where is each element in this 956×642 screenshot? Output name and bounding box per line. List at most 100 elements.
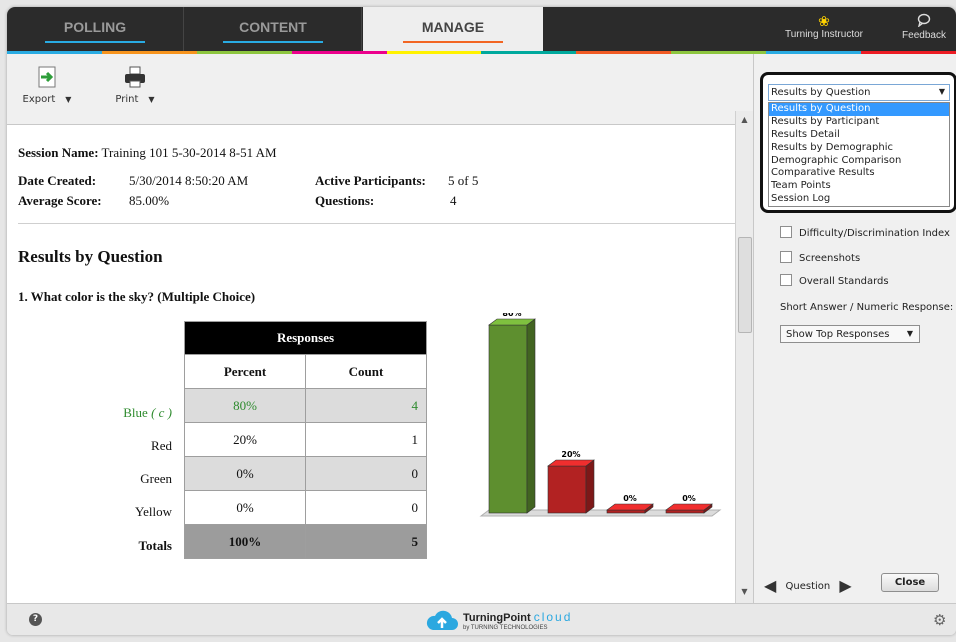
short-answer-select[interactable]: Show Top Responses ▼ — [780, 325, 920, 343]
session-name-value: Training 101 5-30-2014 8-51 AM — [101, 145, 277, 160]
tab-manage[interactable]: MANAGE — [363, 7, 543, 51]
bar-data-label: 0% — [682, 494, 696, 503]
chart-bar-green — [606, 503, 654, 514]
percent-cell: 0% — [184, 456, 306, 491]
tab-content-label: CONTENT — [239, 19, 307, 35]
export-label: Export — [22, 94, 56, 105]
brand-cloud: cloud — [533, 610, 573, 624]
report-type-select[interactable]: Results by Question ▼ — [768, 84, 950, 101]
bar-data-label: 80% — [502, 313, 521, 318]
turningpoint-cloud-logo: TurningPoint cloud by TURNING TECHNOLOGI… — [425, 608, 570, 635]
speech-bubble-icon — [892, 13, 956, 30]
brand-main: TurningPoint — [463, 612, 531, 624]
checkbox-box[interactable] — [780, 251, 792, 263]
turning-instructor-label: Turning Instructor — [785, 29, 863, 40]
report-type-selected: Results by Question — [771, 87, 871, 98]
session-name-row: Session Name: Training 101 5-30-2014 8-5… — [18, 145, 277, 161]
active-participants-label: Active Participants: — [315, 173, 426, 188]
option-comparative-results[interactable]: Comparative Results — [769, 167, 949, 180]
answer-label: Blue — [123, 405, 148, 420]
app-window: POLLING CONTENT MANAGE ❀ Turning Instruc… — [7, 7, 956, 635]
scroll-down-icon[interactable]: ▼ — [736, 587, 753, 601]
checkbox-difficulty-index[interactable]: Difficulty/Discrimination Index — [780, 226, 950, 239]
tab-underline — [403, 41, 503, 43]
option-results-by-question[interactable]: Results by Question — [769, 103, 949, 116]
previous-question-icon[interactable]: ◀ — [764, 576, 776, 595]
average-score-value: 85.00% — [129, 193, 170, 208]
checkbox-box[interactable] — [780, 274, 792, 286]
checkbox-box[interactable] — [780, 226, 792, 238]
questions-label: Questions: — [315, 193, 375, 208]
tab-underline — [45, 41, 145, 43]
percent-cell: 0% — [184, 490, 306, 525]
report-type-options: Results by Question Results by Participa… — [768, 102, 950, 208]
checkbox-overall-standards[interactable]: Overall Standards — [780, 274, 889, 287]
checkbox-label: Difficulty/Discrimination Index — [799, 228, 950, 239]
next-question-icon[interactable]: ▶ — [839, 576, 851, 595]
report-type-dropdown: Results by Question ▼ Results by Questio… — [760, 72, 956, 213]
bar-data-label: 0% — [623, 494, 637, 503]
close-button[interactable]: Close — [881, 573, 939, 592]
percent-cell: 80% — [184, 388, 306, 423]
help-icon[interactable]: ? — [29, 613, 42, 626]
option-team-points[interactable]: Team Points — [769, 180, 949, 193]
report-view: Session Name: Training 101 5-30-2014 8-5… — [7, 125, 735, 603]
row-label-red: Red — [151, 438, 172, 453]
table-header: Responses — [184, 321, 427, 355]
percent-cell: 20% — [184, 422, 306, 457]
active-participants-value: 5 of 5 — [448, 173, 479, 188]
date-created-value: 5/30/2014 8:50:20 AM — [129, 173, 249, 188]
turning-instructor-button[interactable]: ❀ Turning Instructor — [779, 13, 869, 40]
bar-side — [526, 318, 536, 514]
row-label-green: Green — [140, 471, 172, 486]
tab-polling[interactable]: POLLING — [7, 7, 184, 51]
export-icon — [35, 66, 59, 88]
chevron-down-icon: ▼ — [938, 87, 945, 96]
checkbox-screenshots[interactable]: Screenshots — [780, 251, 860, 264]
cloud-logo-icon — [426, 610, 458, 630]
totals-count-cell: 5 — [305, 524, 427, 559]
question-title: 1. What color is the sky? (Multiple Choi… — [18, 289, 256, 304]
table-row: 80% 4 — [184, 388, 427, 423]
feedback-label: Feedback — [902, 30, 946, 41]
option-demographic-comparison[interactable]: Demographic Comparison — [769, 155, 949, 168]
divider — [18, 223, 735, 224]
bar-front — [665, 509, 705, 514]
bar-front — [606, 509, 646, 514]
option-results-by-demographic[interactable]: Results by Demographic — [769, 142, 949, 155]
question-nav-label: Question — [785, 581, 831, 592]
option-results-detail[interactable]: Results Detail — [769, 129, 949, 142]
question-navigator: ◀ Question ▶ — [764, 576, 852, 595]
column-header-percent: Percent — [184, 354, 306, 389]
scroll-thumb[interactable] — [738, 237, 752, 333]
row-label-totals: Totals — [138, 538, 172, 553]
feedback-button[interactable]: Feedback — [892, 13, 956, 41]
bar-front — [547, 465, 587, 514]
bar-data-label: 20% — [561, 450, 580, 459]
turning-logo-icon: ❀ — [818, 13, 830, 29]
checkbox-label: Overall Standards — [799, 276, 889, 287]
totals-percent-cell: 100% — [184, 524, 306, 559]
option-session-log[interactable]: Session Log — [769, 193, 949, 206]
chevron-down-icon: ▼ — [148, 95, 155, 104]
tab-content[interactable]: CONTENT — [185, 7, 362, 51]
tab-manage-label: MANAGE — [421, 19, 485, 35]
column-header-count: Count — [305, 354, 427, 389]
session-name-label: Session Name: — [18, 145, 99, 160]
print-button[interactable]: Print ▼ — [105, 66, 165, 105]
bar-top — [547, 459, 595, 467]
bar-top — [665, 503, 713, 511]
scroll-up-icon[interactable]: ▲ — [736, 115, 753, 129]
print-label: Print — [115, 94, 139, 105]
export-button[interactable]: Export ▼ — [17, 66, 77, 105]
chart-bar-red — [547, 459, 595, 514]
checkbox-label: Screenshots — [799, 253, 861, 264]
chart-bar-blue — [488, 318, 536, 514]
option-results-by-participant[interactable]: Results by Participant — [769, 116, 949, 129]
top-navigation-bar: POLLING CONTENT MANAGE ❀ Turning Instruc… — [7, 7, 956, 54]
bar-top — [606, 503, 654, 511]
responses-table: Responses Percent Count 80% 4 20% 1 0% 0… — [184, 321, 427, 559]
gear-icon[interactable]: ⚙ — [933, 611, 946, 629]
report-scrollbar[interactable]: ▲ ▼ — [735, 111, 753, 603]
brand-text: TurningPoint cloud by TURNING TECHNOLOGI… — [463, 610, 573, 631]
